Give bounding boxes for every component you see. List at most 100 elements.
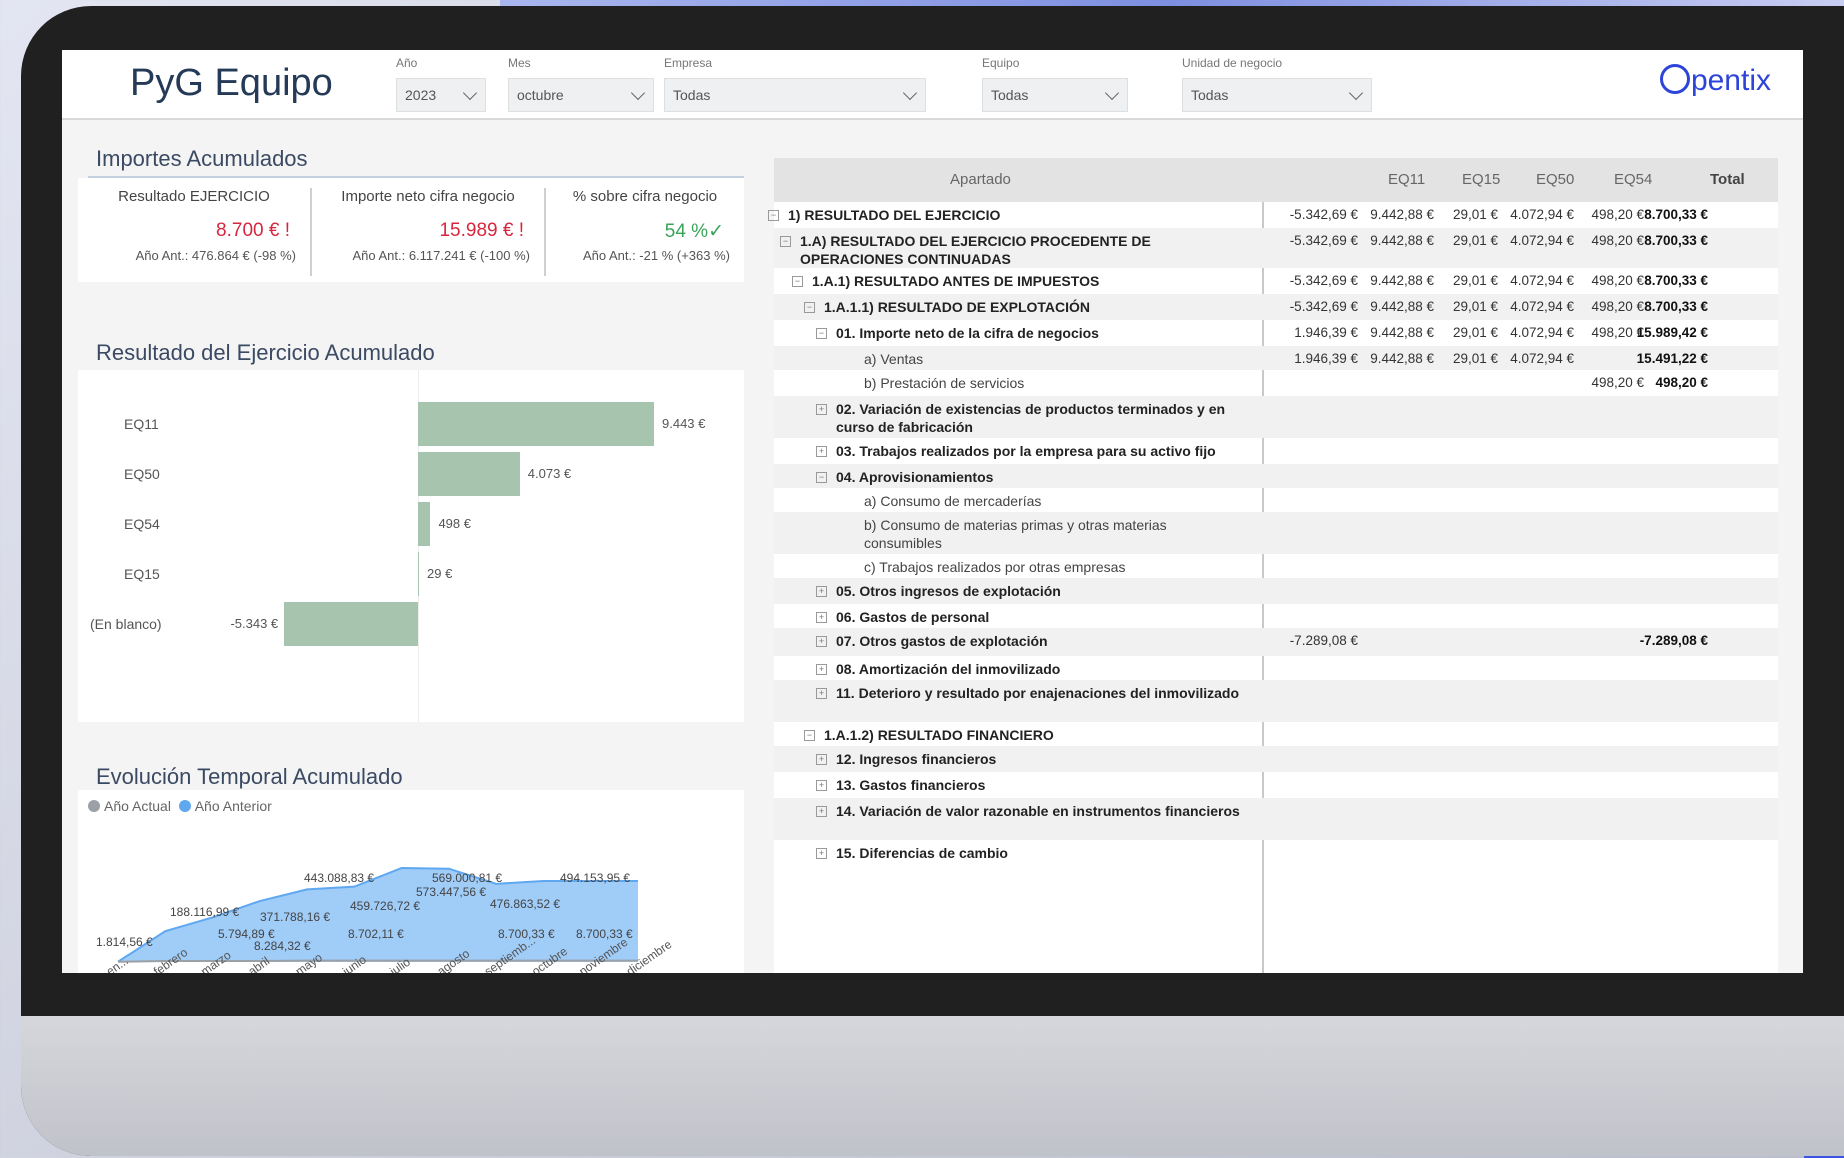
- collapse-icon[interactable]: −: [804, 730, 815, 741]
- collapse-icon[interactable]: −: [780, 236, 791, 247]
- table-cell: 8.700,33 €: [1644, 233, 1708, 248]
- filter-dropdown[interactable]: octubre: [508, 78, 654, 112]
- table-row[interactable]: −04. Aprovisionamientos: [774, 464, 1778, 488]
- table-row[interactable]: +05. Otros ingresos de explotación: [774, 578, 1778, 604]
- table-row[interactable]: −1.A) RESULTADO DEL EJERCICIO PROCEDENTE…: [774, 228, 1778, 268]
- bar[interactable]: [418, 552, 419, 596]
- brand-logo: pentix: [1659, 64, 1771, 98]
- column-header[interactable]: EQ11: [1388, 171, 1425, 188]
- table-row[interactable]: +13. Gastos financieros: [774, 772, 1778, 798]
- filter-dropdown[interactable]: Todas: [664, 78, 926, 112]
- table-row[interactable]: b) Prestación de servicios 498,20 €498,20…: [774, 370, 1778, 396]
- table-row[interactable]: a) Ventas 1.946,39 € 9.442,88 € 29,01 € 4.07…: [774, 346, 1778, 370]
- kpi-value: 15.989 € !: [439, 220, 524, 241]
- table-row[interactable]: +14. Variación de valor razonable en ins…: [774, 798, 1778, 840]
- expand-icon[interactable]: +: [816, 754, 827, 765]
- data-point-label: 188.116,99 €: [170, 905, 240, 919]
- expand-icon[interactable]: +: [816, 612, 827, 623]
- line-section-title: Evolución Temporal Acumulado: [96, 764, 403, 789]
- collapse-icon[interactable]: −: [804, 302, 815, 313]
- table-row[interactable]: −1.A.1.2) RESULTADO FINANCIERO: [774, 722, 1778, 746]
- table-row[interactable]: +06. Gastos de personal: [774, 604, 1778, 628]
- collapse-icon[interactable]: −: [768, 210, 779, 221]
- expand-icon[interactable]: +: [816, 636, 827, 647]
- table-row[interactable]: +11. Deterioro y resultado por enajenaci…: [774, 680, 1778, 722]
- table-row[interactable]: +03. Trabajos realizados por la empresa …: [774, 438, 1778, 464]
- table-row[interactable]: −01. Importe neto de la cifra de negocio…: [774, 320, 1778, 346]
- table-cell: -5.342,69 €: [1289, 299, 1358, 314]
- table-cell: 4.072,94 €: [1510, 207, 1574, 222]
- table-cell: 15.491,22 €: [1636, 351, 1708, 366]
- collapse-icon[interactable]: −: [816, 472, 827, 483]
- kpi-card: Resultado EJERCICIO 8.700 € ! Año Ant.: …: [78, 178, 744, 282]
- table-row[interactable]: −1) RESULTADO DEL EJERCICIO -5.342,69 € 9.…: [768, 202, 1778, 228]
- expand-icon[interactable]: +: [816, 664, 827, 675]
- expand-icon[interactable]: +: [816, 404, 827, 415]
- table-cell: 9.442,88 €: [1370, 325, 1434, 340]
- row-label: 14. Variación de valor razonable en inst…: [836, 803, 1240, 819]
- bar-row[interactable]: EQ50 4.073 €: [78, 452, 744, 496]
- row-label: c) Trabajos realizados por otras empresa…: [864, 559, 1126, 575]
- bar-value-label: 9.443 €: [662, 416, 706, 431]
- table-row[interactable]: −1.A.1) RESULTADO ANTES DE IMPUESTOS -5.3…: [774, 268, 1778, 294]
- table-row[interactable]: +15. Diferencias de cambio: [774, 840, 1778, 866]
- column-header[interactable]: Total: [1710, 171, 1745, 188]
- data-point-label: 569.000,81 €: [432, 871, 502, 885]
- bar-category-label: EQ11: [124, 416, 159, 432]
- bar-row[interactable]: EQ54 498 €: [78, 502, 744, 546]
- collapse-icon[interactable]: −: [792, 276, 803, 287]
- table-row[interactable]: +02. Variación de existencias de product…: [774, 396, 1778, 438]
- table-cell: 29,01 €: [1452, 299, 1498, 314]
- dashboard-screen: PyG Equipo Año 2023 Mes octubre Empresa …: [62, 50, 1803, 973]
- filter-label: Unidad de negocio: [1182, 56, 1283, 70]
- column-header[interactable]: Apartado: [950, 171, 1011, 188]
- table-row[interactable]: −1.A.1.1) RESULTADO DE EXPLOTACIÓN -5.342…: [774, 294, 1778, 320]
- expand-icon[interactable]: +: [816, 806, 827, 817]
- filter-equipo[interactable]: Equipo Todas: [982, 56, 1128, 112]
- table-row[interactable]: a) Consumo de mercaderías: [774, 488, 1778, 512]
- filter-dropdown[interactable]: Todas: [1182, 78, 1372, 112]
- expand-icon[interactable]: +: [816, 446, 827, 457]
- filter-dropdown[interactable]: Todas: [982, 78, 1128, 112]
- bar-value-label: 498 €: [438, 516, 471, 531]
- filter-mes[interactable]: Mes octubre: [508, 56, 654, 112]
- bar-category-label: (En blanco): [90, 616, 162, 632]
- table-cell: -5.342,69 €: [1289, 233, 1358, 248]
- bar[interactable]: [418, 452, 520, 496]
- table-row[interactable]: +07. Otros gastos de explotación -7.289,0…: [774, 628, 1778, 656]
- line-chart-svg: 1.814,56 € 188.116,99 € 371.788,16 € 443.08…: [96, 866, 675, 973]
- table-cell: 29,01 €: [1452, 273, 1498, 288]
- table-row[interactable]: +12. Ingresos financieros: [774, 746, 1778, 772]
- column-header[interactable]: EQ54: [1614, 171, 1652, 188]
- laptop-base: [21, 1016, 1844, 1156]
- row-label: 1.A.1.2) RESULTADO FINANCIERO: [824, 727, 1054, 743]
- bar[interactable]: [418, 502, 431, 546]
- table-row[interactable]: c) Trabajos realizados por otras empresa…: [774, 554, 1778, 578]
- table-row[interactable]: +08. Amortización del inmovilizado: [774, 656, 1778, 680]
- filter-dropdown[interactable]: 2023: [396, 78, 486, 112]
- kpi-resultado-ejercicio[interactable]: Resultado EJERCICIO 8.700 € ! Año Ant.: …: [78, 178, 310, 282]
- expand-icon[interactable]: +: [816, 848, 827, 859]
- kpi-porcentaje-cifra[interactable]: % sobre cifra negocio 54 %✓ Año Ant.: -2…: [546, 178, 744, 282]
- bar[interactable]: [418, 402, 654, 446]
- top-bar: PyG Equipo Año 2023 Mes octubre Empresa …: [62, 50, 1803, 120]
- chevron-down-icon: [462, 85, 478, 101]
- bar[interactable]: [284, 602, 418, 646]
- column-header[interactable]: EQ50: [1536, 171, 1574, 188]
- bar-row[interactable]: EQ11 9.443 €: [78, 402, 744, 446]
- kpi-subtitle: Año Ant.: -21 % (+363 %): [582, 248, 730, 263]
- filter-unidad-negocio[interactable]: Unidad de negocio Todas: [1182, 56, 1372, 112]
- table-cell: 4.072,94 €: [1510, 351, 1574, 366]
- expand-icon[interactable]: +: [816, 586, 827, 597]
- expand-icon[interactable]: +: [816, 688, 827, 699]
- matrix-header: Apartado EQ11 EQ15 EQ50 EQ54 Total: [774, 158, 1778, 202]
- column-header[interactable]: EQ15: [1462, 171, 1500, 188]
- expand-icon[interactable]: +: [816, 780, 827, 791]
- bar-row[interactable]: (En blanco) -5.343 €: [78, 602, 744, 646]
- kpi-importe-neto[interactable]: Importe neto cifra negocio 15.989 € ! Añ…: [312, 178, 544, 282]
- table-row[interactable]: b) Consumo de materias primas y otras ma…: [774, 512, 1778, 554]
- filter-ano[interactable]: Año 2023: [396, 56, 486, 112]
- collapse-icon[interactable]: −: [816, 328, 827, 339]
- filter-empresa[interactable]: Empresa Todas: [664, 56, 926, 112]
- bar-row[interactable]: EQ15 29 €: [78, 552, 744, 596]
